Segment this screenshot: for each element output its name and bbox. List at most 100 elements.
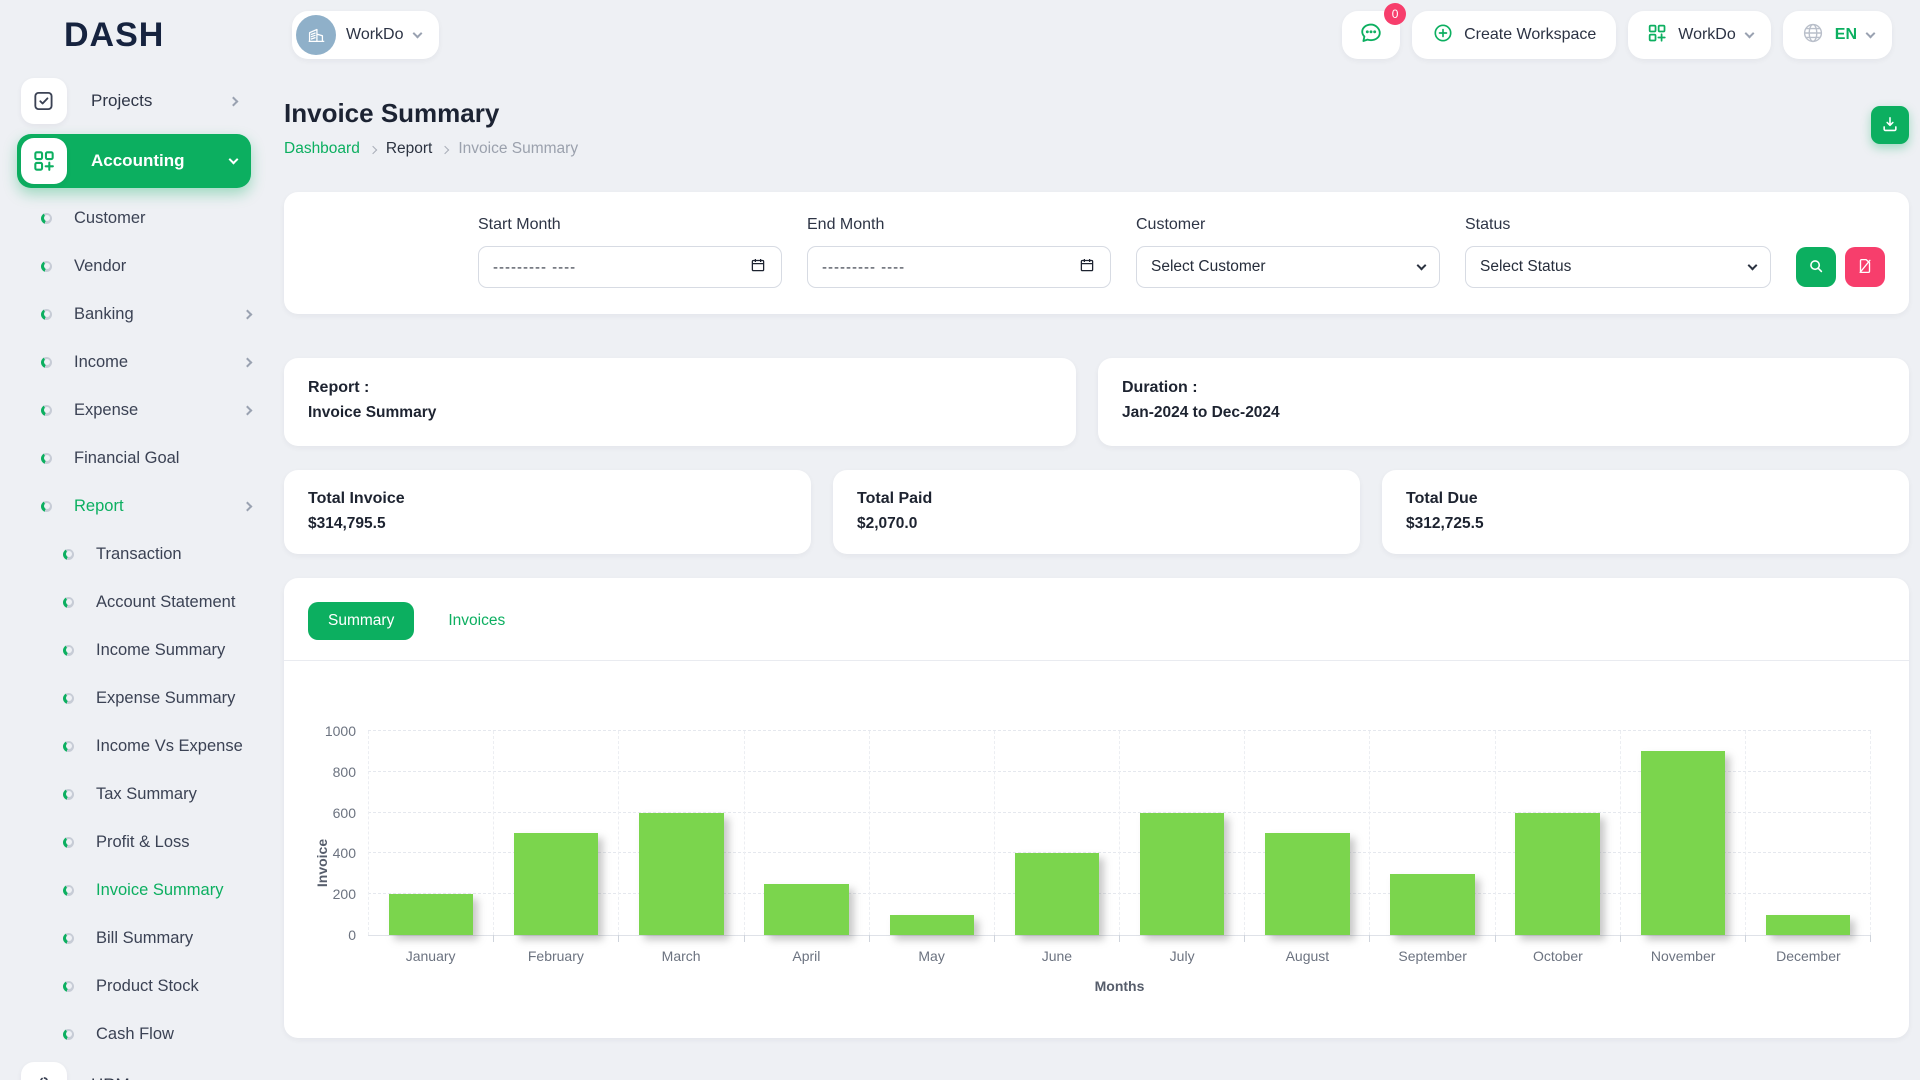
bar-cell-september xyxy=(1370,731,1495,935)
y-tick-label: 600 xyxy=(333,805,356,821)
sidebar-item-tax-summary[interactable]: Tax Summary xyxy=(17,770,251,818)
y-tick-label: 0 xyxy=(348,927,356,943)
customer-select[interactable]: Select Customer xyxy=(1136,246,1440,288)
workspace-selector[interactable]: WorkDo xyxy=(292,11,439,59)
report-card: Report : Invoice Summary xyxy=(284,358,1076,446)
logo-text: DASH xyxy=(64,16,164,55)
tab-summary[interactable]: Summary xyxy=(308,602,414,640)
bar-march xyxy=(639,813,723,935)
bar-cell-february xyxy=(494,731,619,935)
tab-invoices[interactable]: Invoices xyxy=(428,602,525,640)
file-off-icon xyxy=(1856,257,1874,278)
bar-october xyxy=(1515,813,1599,935)
sidebar-item-income-summary[interactable]: Income Summary xyxy=(17,626,251,674)
sidebar-item-bill-summary[interactable]: Bill Summary xyxy=(17,914,251,962)
customer-selected-value: Select Customer xyxy=(1151,258,1266,276)
sidebar-item-report[interactable]: Report xyxy=(17,482,251,530)
chevron-down-icon xyxy=(1744,29,1754,39)
chevron-right-icon xyxy=(243,501,253,511)
start-month-input[interactable]: --------- ---- xyxy=(478,246,782,288)
y-tick-label: 1000 xyxy=(325,723,356,739)
bullet-icon xyxy=(63,645,74,656)
apply-filter-button[interactable] xyxy=(1796,247,1836,287)
bullet-icon xyxy=(63,549,74,560)
chart-plot: 02004006008001000 xyxy=(368,731,1871,936)
messages-button[interactable]: 0 xyxy=(1342,11,1400,59)
sidebar-item-invoice-summary[interactable]: Invoice Summary xyxy=(17,866,251,914)
sidebar-item-label: Accounting xyxy=(91,151,185,171)
sidebar-item-product-stock[interactable]: Product Stock xyxy=(17,962,251,1010)
reset-filter-button[interactable] xyxy=(1845,247,1885,287)
bar-cell-april xyxy=(745,731,870,935)
end-month-field: End Month --------- ---- xyxy=(807,216,1111,288)
chevron-right-icon xyxy=(369,145,377,153)
sidebar-item-label: Expense Summary xyxy=(96,689,235,708)
sidebar-item-customer[interactable]: Customer xyxy=(17,194,251,242)
sidebar-item-expense[interactable]: Expense xyxy=(17,386,251,434)
sidebar-item-vendor[interactable]: Vendor xyxy=(17,242,251,290)
start-month-label: Start Month xyxy=(478,216,782,234)
chart-card: Summary Invoices Invoice 020040060080010… xyxy=(284,578,1909,1038)
sidebar-item-expense-summary[interactable]: Expense Summary xyxy=(17,674,251,722)
breadcrumb-dashboard[interactable]: Dashboard xyxy=(284,140,360,158)
logo[interactable]: DASH xyxy=(0,16,265,55)
sidebar-item-label: Vendor xyxy=(74,257,126,276)
search-icon xyxy=(1807,257,1825,278)
total-invoice-value: $314,795.5 xyxy=(308,515,787,533)
x-tick-label: February xyxy=(493,948,618,964)
bullet-icon xyxy=(41,213,52,224)
sidebar-item-profit-loss[interactable]: Profit & Loss xyxy=(17,818,251,866)
x-tick-label: January xyxy=(368,948,493,964)
header-actions: 0 Create Workspace WorkDo xyxy=(1342,11,1892,59)
chevron-down-icon xyxy=(412,29,422,39)
checkbox-icon xyxy=(21,78,67,124)
chevron-right-icon xyxy=(243,405,253,415)
bullet-icon xyxy=(63,933,74,944)
sidebar-item-income[interactable]: Income xyxy=(17,338,251,386)
sidebar-item-transaction[interactable]: Transaction xyxy=(17,530,251,578)
chevron-right-icon xyxy=(243,357,253,367)
sidebar-item-projects[interactable]: Projects xyxy=(17,74,251,128)
sidebar-item-label: Bill Summary xyxy=(96,929,193,948)
download-button[interactable] xyxy=(1871,106,1909,144)
sidebar-item-hrm[interactable]: HRM xyxy=(17,1058,251,1080)
duration-value: Jan-2024 to Dec-2024 xyxy=(1122,404,1885,422)
sidebar-item-label: Report xyxy=(74,497,124,516)
sidebar-item-accounting[interactable]: Accounting xyxy=(17,134,251,188)
download-icon xyxy=(1880,114,1900,137)
app-switcher-button[interactable]: WorkDo xyxy=(1628,11,1771,59)
total-due-card: Total Due $312,725.5 xyxy=(1382,470,1909,554)
workspace-name: WorkDo xyxy=(346,26,404,44)
duration-title: Duration : xyxy=(1122,379,1885,397)
x-tick-label: April xyxy=(744,948,869,964)
create-workspace-button[interactable]: Create Workspace xyxy=(1412,11,1616,59)
sidebar-item-banking[interactable]: Banking xyxy=(17,290,251,338)
end-month-input[interactable]: --------- ---- xyxy=(807,246,1111,288)
sidebar-item-financial-goal[interactable]: Financial Goal xyxy=(17,434,251,482)
bullet-icon xyxy=(63,981,74,992)
status-select[interactable]: Select Status xyxy=(1465,246,1771,288)
sidebar-item-account-statement[interactable]: Account Statement xyxy=(17,578,251,626)
breadcrumb-report[interactable]: Report xyxy=(386,140,433,158)
total-due-value: $312,725.5 xyxy=(1406,515,1885,533)
plus-circle-icon xyxy=(1432,22,1454,49)
bar-april xyxy=(764,884,848,935)
app-switcher-label: WorkDo xyxy=(1678,26,1736,44)
total-invoice-card: Total Invoice $314,795.5 xyxy=(284,470,811,554)
tab-divider xyxy=(284,660,1909,661)
x-tick-label: June xyxy=(994,948,1119,964)
sidebar-item-label: Account Statement xyxy=(96,593,235,612)
sidebar-item-income-vs-expense[interactable]: Income Vs Expense xyxy=(17,722,251,770)
sidebar-item-label: Transaction xyxy=(96,545,182,564)
sidebar-item-cash-flow[interactable]: Cash Flow xyxy=(17,1010,251,1058)
language-selector[interactable]: EN xyxy=(1783,11,1892,59)
bar-cell-november xyxy=(1621,731,1746,935)
x-tick-label: October xyxy=(1495,948,1620,964)
bullet-icon xyxy=(63,789,74,800)
sidebar-item-label: Income Vs Expense xyxy=(96,737,243,756)
status-field: Status Select Status xyxy=(1465,216,1771,288)
calendar-icon[interactable] xyxy=(749,256,767,279)
calendar-icon[interactable] xyxy=(1078,256,1096,279)
bar-cell-january xyxy=(368,731,494,935)
title-block: Invoice Summary Dashboard Report Invoice… xyxy=(284,98,578,158)
